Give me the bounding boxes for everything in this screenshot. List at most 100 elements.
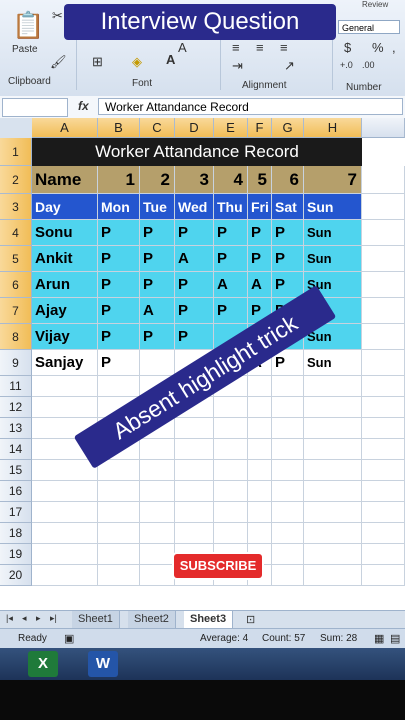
empty-cell[interactable] [214,523,248,544]
tab-sheet3[interactable]: Sheet3 [184,611,234,628]
empty-cell[interactable] [32,481,98,502]
attendance-cell[interactable]: P [98,272,140,298]
day-cell[interactable]: Sat [272,194,304,220]
empty-cell[interactable] [140,565,175,586]
row-header[interactable]: 1 [0,138,32,166]
attendance-cell[interactable]: P [214,298,248,324]
row-header[interactable]: 13 [0,418,32,439]
attendance-cell[interactable]: A [175,246,214,272]
empty-cell[interactable] [304,544,362,565]
select-all-corner[interactable] [0,118,33,139]
attendance-cell[interactable]: P [140,324,175,350]
empty-cell[interactable] [248,460,272,481]
empty-cell[interactable] [272,376,304,397]
row-header[interactable]: 5 [0,246,32,272]
row-header[interactable]: 20 [0,565,32,586]
empty-cell[interactable] [362,460,405,481]
row-header[interactable]: 12 [0,397,32,418]
empty-cell[interactable] [175,502,214,523]
attendance-cell[interactable]: Sun [304,220,362,246]
empty-cell[interactable] [304,523,362,544]
row-header[interactable]: 16 [0,481,32,502]
empty-cell[interactable] [214,439,248,460]
empty-cell[interactable] [214,397,248,418]
empty-cell[interactable] [304,481,362,502]
row-header[interactable]: 18 [0,523,32,544]
attendance-cell[interactable]: Sun [304,246,362,272]
row-header[interactable]: 9 [0,350,32,376]
empty-cell[interactable] [272,523,304,544]
align-right-icon[interactable]: ≡ [280,40,288,55]
last-sheet-icon[interactable]: ▸| [50,613,57,624]
empty-cell[interactable] [304,460,362,481]
paste-label[interactable]: Paste [12,44,38,55]
empty-cell[interactable] [32,502,98,523]
indent-icon[interactable]: ⇥ [232,58,243,74]
name-cell[interactable]: Vijay [32,324,98,350]
attendance-cell[interactable]: P [140,220,175,246]
tab-review[interactable]: Review [362,0,388,9]
macro-record-icon[interactable]: ▣ [64,629,74,649]
header-cell[interactable]: 2 [140,166,175,194]
empty-cell[interactable] [272,439,304,460]
day-cell[interactable]: Sun [304,194,362,220]
column-header[interactable]: B [98,118,140,138]
row-header[interactable]: 19 [0,544,32,565]
empty-cell[interactable] [248,397,272,418]
font-color-icon[interactable]: A [166,52,175,67]
attendance-cell[interactable]: P [98,220,140,246]
attendance-cell[interactable]: P [140,246,175,272]
column-header[interactable]: E [214,118,248,138]
empty-cell[interactable] [362,481,405,502]
borders-icon[interactable]: ⊞ [92,54,103,70]
empty-cell[interactable] [32,523,98,544]
column-header[interactable] [362,118,405,138]
empty-cell[interactable] [98,523,140,544]
header-cell[interactable]: 4 [214,166,248,194]
attendance-cell[interactable]: P [248,246,272,272]
empty-cell[interactable] [272,565,304,586]
fx-icon[interactable]: fx [78,99,89,113]
attendance-cell[interactable]: A [214,272,248,298]
day-cell[interactable]: Fri [248,194,272,220]
table-title-cell[interactable]: Worker Attandance Record [32,138,362,166]
tab-sheet2[interactable]: Sheet2 [128,611,176,628]
row-header[interactable]: 2 [0,166,32,194]
empty-cell[interactable] [98,481,140,502]
empty-cell[interactable] [362,397,405,418]
attendance-cell[interactable]: P [98,350,140,376]
empty-cell[interactable] [362,502,405,523]
empty-cell[interactable] [272,481,304,502]
empty-cell[interactable] [32,565,98,586]
first-sheet-icon[interactable]: |◂ [6,613,13,624]
empty-cell[interactable] [362,350,405,376]
empty-cell[interactable] [175,523,214,544]
day-cell[interactable]: Wed [175,194,214,220]
header-cell[interactable]: 1 [98,166,140,194]
day-cell[interactable]: Tue [140,194,175,220]
empty-cell[interactable] [214,460,248,481]
comma-icon[interactable]: , [392,40,396,55]
decrease-decimal-icon[interactable]: .00 [362,60,375,70]
empty-cell[interactable] [362,194,405,220]
align-left-icon[interactable]: ≡ [232,40,240,55]
day-cell[interactable]: Thu [214,194,248,220]
empty-cell[interactable] [304,376,362,397]
empty-cell[interactable] [175,460,214,481]
name-cell[interactable]: Sonu [32,220,98,246]
row-header[interactable]: 7 [0,298,32,324]
empty-cell[interactable] [214,418,248,439]
excel-taskbar-icon[interactable]: X [28,651,58,677]
empty-cell[interactable] [140,544,175,565]
tab-sheet1[interactable]: Sheet1 [72,611,120,628]
header-cell[interactable]: 7 [304,166,362,194]
column-header[interactable]: H [304,118,362,138]
empty-cell[interactable] [32,376,98,397]
percent-icon[interactable]: % [372,40,384,55]
empty-cell[interactable] [140,460,175,481]
day-cell[interactable]: Mon [98,194,140,220]
empty-cell[interactable] [32,544,98,565]
attendance-cell[interactable]: P [175,298,214,324]
attendance-cell[interactable]: P [214,220,248,246]
empty-cell[interactable] [248,376,272,397]
